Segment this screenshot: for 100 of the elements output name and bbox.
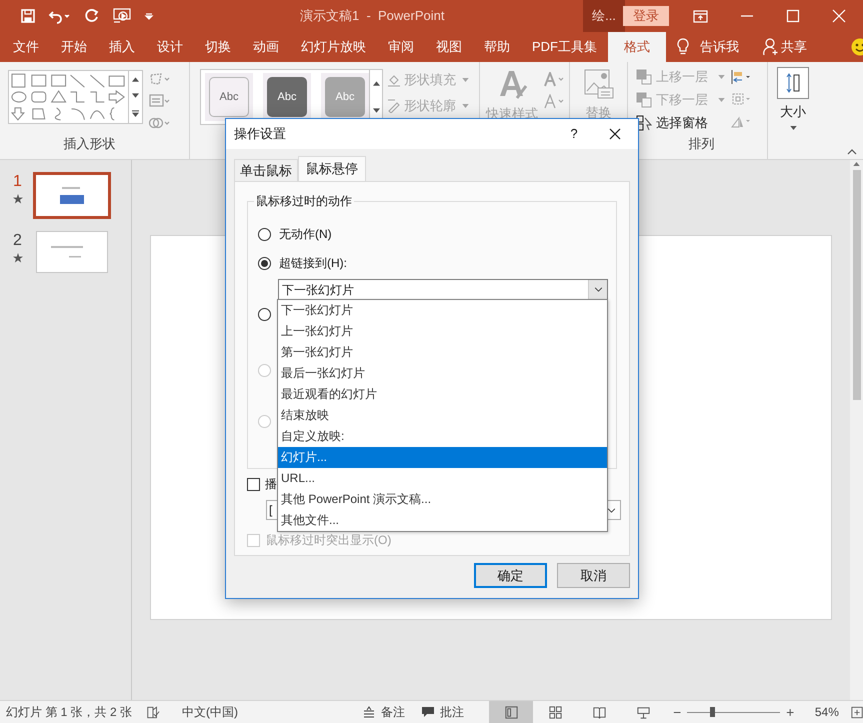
group-label: 插入形状 xyxy=(64,134,116,152)
gallery-more-icon[interactable] xyxy=(132,110,140,118)
view-button[interactable] xyxy=(489,701,533,723)
context-tab[interactable]: 绘... xyxy=(583,0,625,32)
ok-button[interactable]: 确定 xyxy=(474,563,547,588)
redo-icon[interactable] xyxy=(84,8,100,24)
scroll-down-icon[interactable] xyxy=(372,108,380,113)
dropdown-item[interactable]: URL... xyxy=(278,468,607,489)
ribbon-tab[interactable]: 帮助 xyxy=(473,32,521,62)
radio-button[interactable] xyxy=(258,256,271,270)
scroll-up-icon[interactable] xyxy=(132,76,140,82)
align-icon[interactable] xyxy=(731,70,753,84)
layers-icon xyxy=(636,69,652,85)
group-label: 排列 xyxy=(688,134,714,152)
dropdown-item[interactable]: 结束放映 xyxy=(278,405,607,426)
chevron-down-icon[interactable] xyxy=(594,287,602,292)
scroll-up-icon[interactable] xyxy=(853,162,860,166)
style-sample[interactable]: Abc xyxy=(267,77,307,117)
ribbon-tab[interactable]: 设计 xyxy=(146,32,194,62)
share-button[interactable]: 共享 xyxy=(781,37,807,57)
dropdown-item[interactable]: 上一张幻灯片 xyxy=(278,321,607,342)
rotate-icon xyxy=(731,114,753,128)
ribbon-tab[interactable]: 视图 xyxy=(425,32,473,62)
ribbon-tab[interactable]: 审阅 xyxy=(377,32,425,62)
scroll-thumb[interactable] xyxy=(852,170,860,400)
caret-icon xyxy=(718,75,725,79)
comment-icon xyxy=(421,706,435,718)
ribbon-display-icon[interactable] xyxy=(693,10,708,22)
presenter-icon[interactable] xyxy=(112,7,132,25)
hyperlink-combo[interactable]: 下一张幻灯片 xyxy=(278,279,608,300)
checkbox[interactable] xyxy=(247,478,260,490)
group-title: 鼠标移过时的动作 xyxy=(254,193,354,209)
ribbon-tab[interactable]: 插入 xyxy=(98,32,146,62)
ribbon-tab[interactable]: 文件 xyxy=(2,32,50,62)
star-icon xyxy=(12,194,22,204)
dialog-tab[interactable]: 单击鼠标 xyxy=(234,159,298,181)
notes-button[interactable]: 备注 xyxy=(363,703,405,721)
text-box-icon xyxy=(149,94,171,108)
radio-button[interactable] xyxy=(258,228,271,240)
slide-number: 2 xyxy=(13,231,22,251)
window-title: 演示文稿1 - PowerPoint xyxy=(300,7,444,26)
notes-icon xyxy=(363,706,375,718)
ribbon-tab[interactable]: 格式 xyxy=(608,32,666,62)
dropdown-item[interactable]: 下一张幻灯片 xyxy=(278,300,607,321)
star-icon xyxy=(12,253,22,263)
zoom-slider-thumb[interactable] xyxy=(710,707,715,717)
reading-view-icon xyxy=(592,704,606,720)
radio-label: 无动作(N) xyxy=(279,226,332,243)
radio-button[interactable] xyxy=(258,308,271,320)
dialog-title: 操作设置 xyxy=(234,125,287,144)
spelling-check-icon[interactable] xyxy=(146,704,160,720)
ribbon-tab[interactable]: 动画 xyxy=(242,32,290,62)
radio-label: 超链接到(H): xyxy=(279,255,347,272)
size-button[interactable]: 大小 xyxy=(777,67,809,159)
pencil-icon xyxy=(387,99,401,113)
login-button[interactable]: 登录 xyxy=(623,6,669,26)
checkbox-label: 播 xyxy=(265,476,277,493)
chevron-down-icon[interactable] xyxy=(607,508,616,512)
caret-icon xyxy=(462,78,469,82)
slideshow-view-icon xyxy=(636,704,650,720)
ribbon-tab[interactable]: 切换 xyxy=(194,32,242,62)
comments-button[interactable]: 批注 xyxy=(421,703,464,721)
dropdown-item[interactable]: 自定义放映: xyxy=(278,426,607,447)
zoom-percentage[interactable]: 54% xyxy=(814,703,839,721)
dropdown-item[interactable]: 其他 PowerPoint 演示文稿... xyxy=(278,489,607,510)
add-person-icon[interactable] xyxy=(763,38,779,56)
height-arrow-icon xyxy=(785,73,801,93)
scroll-up-icon[interactable] xyxy=(372,81,380,86)
collapse-ribbon-icon[interactable] xyxy=(847,149,857,155)
dropdown-item[interactable]: 其他文件... xyxy=(278,510,607,531)
tell-me-button[interactable]: 告诉我 xyxy=(700,37,739,57)
ribbon-tab[interactable]: PDF工具集 xyxy=(521,32,608,62)
scroll-down-icon[interactable] xyxy=(132,93,140,98)
dialog-tab[interactable]: 鼠标悬停 xyxy=(298,156,366,181)
group-objects-icon xyxy=(731,92,753,106)
dropdown-item[interactable]: 最近观看的幻灯片 xyxy=(278,384,607,405)
help-button[interactable]: ? xyxy=(564,124,584,144)
ribbon-tab[interactable]: 开始 xyxy=(50,32,98,62)
dropdown-item[interactable]: 第一张幻灯片 xyxy=(278,342,607,363)
language-label: 中文(中国) xyxy=(182,704,238,721)
ribbon-tab[interactable]: 幻灯片放映 xyxy=(290,32,377,62)
edit-shape-icon xyxy=(149,72,171,86)
layers-icon xyxy=(636,92,652,108)
dropdown-item[interactable]: 幻灯片... xyxy=(278,447,607,468)
fit-to-window-icon[interactable] xyxy=(850,706,863,718)
text-fill-icon xyxy=(544,72,566,87)
customize-caret-icon[interactable] xyxy=(144,11,154,21)
save-icon[interactable] xyxy=(20,8,36,24)
cancel-button[interactable]: 取消 xyxy=(557,563,630,588)
style-sample[interactable]: Abc xyxy=(209,77,249,117)
maximize-icon[interactable] xyxy=(786,9,800,23)
slide-thumbnail[interactable] xyxy=(33,172,111,219)
zoom-slider[interactable] xyxy=(687,705,780,719)
close-icon[interactable] xyxy=(609,128,621,140)
lightbulb-icon[interactable] xyxy=(676,38,690,56)
normal-view-icon xyxy=(504,704,518,720)
letter-brush-icon xyxy=(497,68,527,100)
dropdown-item[interactable]: 最后一张幻灯片 xyxy=(278,363,607,384)
slide-thumbnail[interactable] xyxy=(36,231,108,273)
zoom-in-icon[interactable] xyxy=(786,708,795,716)
